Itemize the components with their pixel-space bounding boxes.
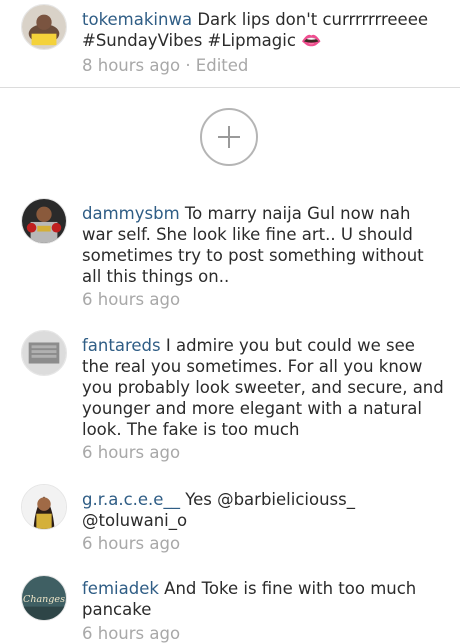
avatar[interactable]	[21, 4, 67, 50]
avatar[interactable]: Changes	[21, 575, 67, 621]
avatar-text: Changes	[23, 594, 65, 605]
comment-body: femiadek And Toke is fine with too much …	[82, 578, 444, 620]
comment-body: fantareds I admire you but could we see …	[82, 335, 444, 440]
timestamp: 8 hours ago	[82, 56, 181, 75]
lips-emoji-icon: 👄	[301, 31, 322, 50]
comment-body: tokemakinwa Dark lips don't currrrrrreee…	[82, 9, 444, 51]
username-link[interactable]: femiadek	[82, 579, 159, 598]
avatar-image	[22, 485, 66, 529]
avatar-image	[22, 199, 66, 243]
comment-body: g.r.a.c.e.e__ Yes @barbieliciouss_ @tolu…	[82, 489, 444, 531]
avatar-image: Changes	[22, 576, 66, 620]
plus-icon	[218, 126, 240, 148]
timestamp: 6 hours ago	[82, 290, 181, 309]
avatar-image	[22, 5, 66, 49]
timestamp: 6 hours ago	[82, 443, 181, 462]
comment-meta: 6 hours ago	[82, 624, 180, 643]
comment-meta: 6 hours ago	[82, 443, 180, 462]
comment-meta: 8 hours ago · Edited	[82, 56, 248, 75]
username-link[interactable]: dammysbm	[82, 204, 180, 223]
avatar[interactable]	[21, 484, 67, 530]
username-link[interactable]: tokemakinwa	[82, 10, 192, 29]
avatar-image	[22, 331, 66, 375]
timestamp: 6 hours ago	[82, 624, 181, 643]
username-link[interactable]: fantareds	[82, 336, 161, 355]
avatar[interactable]	[21, 330, 67, 376]
timestamp: 6 hours ago	[82, 534, 181, 553]
load-more-button[interactable]	[200, 108, 258, 166]
comment-meta: 6 hours ago	[82, 534, 180, 553]
edited-label: · Edited	[185, 56, 249, 75]
divider	[0, 87, 460, 88]
avatar[interactable]	[21, 198, 67, 244]
comment-body: dammysbm To marry naija Gul now nah war …	[82, 203, 444, 287]
username-link[interactable]: g.r.a.c.e.e__	[82, 490, 180, 509]
comment-meta: 6 hours ago	[82, 290, 180, 309]
